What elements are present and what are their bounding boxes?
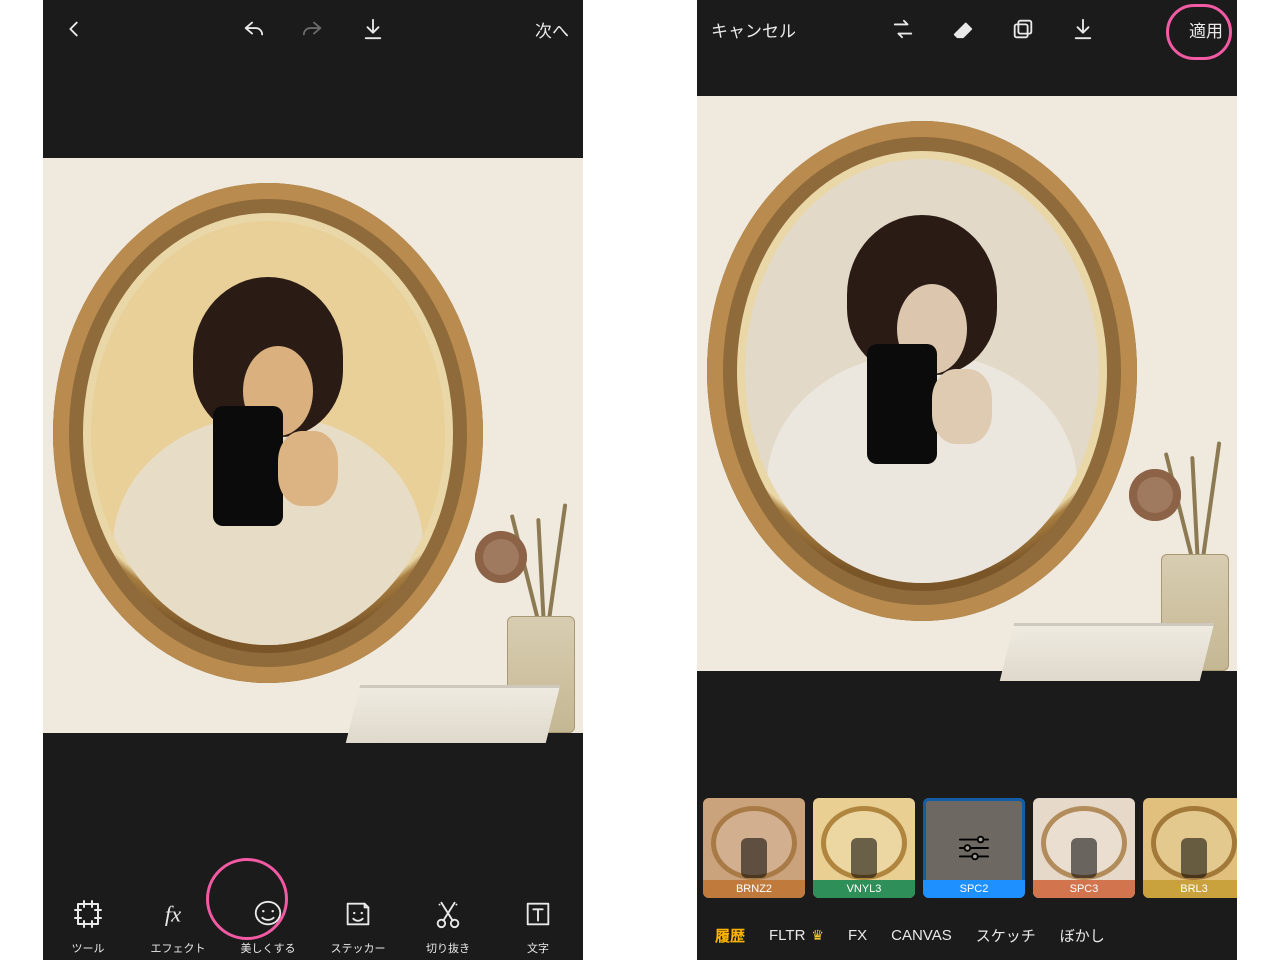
- filter-thumbnails: BRNZ2 VNYL3 SPC2 SPC3 BRL3: [697, 798, 1237, 902]
- filter-thumb-brnz2[interactable]: BRNZ2: [703, 798, 805, 898]
- filter-label: BRNZ2: [703, 880, 805, 898]
- filter-label: VNYL3: [813, 880, 915, 898]
- image-canvas[interactable]: [697, 58, 1237, 758]
- tool-cutout[interactable]: 切り抜き: [406, 894, 490, 956]
- text-icon: [518, 894, 558, 934]
- tab-sketch[interactable]: スケッチ: [976, 925, 1036, 946]
- undo-button[interactable]: [236, 12, 270, 46]
- tab-history[interactable]: 履歴: [715, 925, 745, 946]
- editor-screen-main: 次へ: [43, 0, 583, 960]
- eraser-icon[interactable]: [946, 12, 980, 46]
- premium-crown-icon: ♛: [811, 927, 824, 943]
- tool-sticker[interactable]: ステッカー: [316, 894, 400, 956]
- category-tabs: 履歴 FLTR♛ FX CANVAS スケッチ ぼかし: [697, 910, 1237, 960]
- edited-photo: [697, 96, 1237, 671]
- compare-toggle-icon[interactable]: [886, 12, 920, 46]
- tool-label: ステッカー: [331, 940, 386, 956]
- editor-screen-filters: キャンセル 適用: [697, 0, 1237, 960]
- tab-fx[interactable]: FX: [848, 927, 867, 944]
- bottom-toolbar: ツール fx エフェクト 美しくする ステッカー 切り抜き 文字: [43, 864, 583, 960]
- filter-thumb-spc2[interactable]: SPC2: [923, 798, 1025, 898]
- tool-label: ツール: [72, 940, 105, 956]
- tab-fltr[interactable]: FLTR♛: [769, 927, 824, 944]
- tab-canvas[interactable]: CANVAS: [891, 927, 952, 944]
- svg-text:fx: fx: [165, 902, 181, 927]
- cutout-icon: [428, 894, 468, 934]
- sticker-icon: [338, 894, 378, 934]
- tool-label: エフェクト: [151, 940, 206, 956]
- filter-thumb-brl3[interactable]: BRL3: [1143, 798, 1237, 898]
- top-bar: キャンセル 適用: [697, 0, 1237, 58]
- tool-label: 文字: [527, 940, 549, 956]
- effects-icon: fx: [158, 894, 198, 934]
- annotation-circle-apply: [1166, 4, 1232, 60]
- edited-photo: [43, 158, 583, 733]
- layers-icon[interactable]: [1006, 12, 1040, 46]
- filter-thumb-spc3[interactable]: SPC3: [1033, 798, 1135, 898]
- tools-icon: [68, 894, 108, 934]
- redo-button: [296, 12, 330, 46]
- tool-label: 切り抜き: [426, 940, 470, 956]
- tool-label: 美しくする: [241, 940, 296, 956]
- image-canvas[interactable]: [43, 58, 583, 818]
- tool-tools[interactable]: ツール: [46, 894, 130, 956]
- annotation-circle-effects: [206, 858, 288, 940]
- filter-label: BRL3: [1143, 880, 1237, 898]
- cancel-button[interactable]: キャンセル: [711, 17, 796, 42]
- download-button[interactable]: [1066, 12, 1100, 46]
- filter-thumb-vnyl3[interactable]: VNYL3: [813, 798, 915, 898]
- tool-text[interactable]: 文字: [496, 894, 580, 956]
- back-button[interactable]: [57, 12, 91, 46]
- comparison-stage: 次へ: [0, 0, 1280, 960]
- next-button[interactable]: 次へ: [535, 17, 569, 42]
- top-bar: 次へ: [43, 0, 583, 58]
- filter-label: SPC2: [923, 880, 1025, 898]
- download-button[interactable]: [356, 12, 390, 46]
- tab-blur[interactable]: ぼかし: [1060, 925, 1105, 946]
- filter-label: SPC3: [1033, 880, 1135, 898]
